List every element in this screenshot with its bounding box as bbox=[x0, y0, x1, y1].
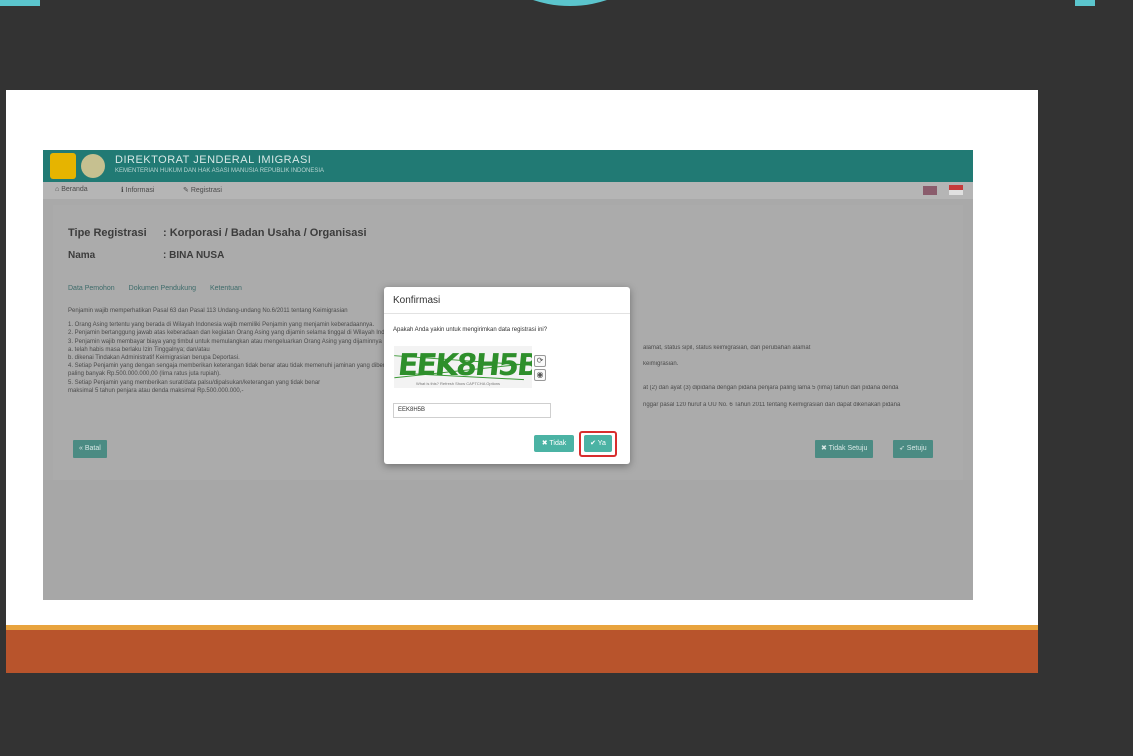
garuda-logo-icon bbox=[50, 153, 76, 179]
slide-top-decoration bbox=[0, 0, 1133, 8]
agree-button[interactable]: ➶ Setuju bbox=[893, 440, 933, 458]
captcha-refresh-icon[interactable]: ⟳ bbox=[534, 355, 546, 367]
dialog-question: Apakah Anda yakin untuk mengirimkan data… bbox=[393, 327, 548, 333]
content-lower-area bbox=[43, 480, 973, 600]
app-subtitle: KEMENTERIAN HUKUM DAN HAK ASASI MANUSIA … bbox=[115, 168, 325, 174]
back-button[interactable]: « Batal bbox=[73, 440, 107, 458]
disagree-button[interactable]: ✖ Tidak Setuju bbox=[815, 440, 874, 458]
nav-item-registrasi[interactable]: ✎ Registrasi bbox=[183, 186, 222, 194]
captcha-audio-icon[interactable]: ◉ bbox=[534, 369, 546, 381]
terms-line-right: keimigrasian. bbox=[643, 361, 679, 367]
orange-footer-band bbox=[6, 630, 1038, 673]
captcha-hint: What is this? Refresh Show CAPTCHA Optio… bbox=[416, 381, 501, 386]
registration-type-value: : Korporasi / Badan Usaha / Organisasi bbox=[163, 227, 367, 239]
registration-type-label: Tipe Registrasi bbox=[68, 227, 147, 239]
info-icon: ℹ bbox=[121, 187, 124, 194]
terms-line-right: nggar pasal 120 huruf a UU No. 6 Tahun 2… bbox=[643, 402, 901, 408]
english-flag-icon[interactable] bbox=[923, 186, 937, 195]
tab-ketentuan[interactable]: Ketentuan bbox=[210, 285, 242, 292]
confirmation-dialog: Konfirmasi Apakah Anda yakin untuk mengi… bbox=[384, 287, 630, 464]
cancel-button[interactable]: ✖ Tidak bbox=[534, 435, 574, 452]
top-nav: ⌂ Beranda ℹ Informasi ✎ Registrasi bbox=[43, 182, 973, 199]
tab-bar: Data Pemohon Dokumen Pendukung Ketentuan bbox=[68, 285, 254, 292]
tab-dokumen-pendukung[interactable]: Dokumen Pendukung bbox=[129, 285, 196, 292]
confirm-button[interactable]: ✔ Ya bbox=[584, 435, 612, 452]
app-header: DIREKTORAT JENDERAL IMIGRASI KEMENTERIAN… bbox=[43, 150, 973, 182]
terms-line-right: alamat, status sipil, status keimigrasia… bbox=[643, 345, 811, 351]
pencil-icon: ✎ bbox=[183, 187, 189, 194]
decorative-bar-right bbox=[1075, 0, 1095, 6]
captcha-input[interactable]: EEK8H5B bbox=[393, 403, 551, 418]
captcha-text: EEK8H5B bbox=[396, 348, 532, 383]
nav-item-beranda[interactable]: ⌂ Beranda bbox=[55, 186, 88, 193]
decorative-arc bbox=[455, 0, 685, 6]
registration-name-label: Nama bbox=[68, 250, 96, 261]
confirm-button-highlight: ✔ Ya bbox=[579, 431, 617, 457]
captcha-image: EEK8H5B What is this? Refresh Show CAPTC… bbox=[394, 346, 532, 388]
registration-name-value: : BINA NUSA bbox=[163, 250, 225, 261]
terms-line-right: at (2) dan ayat (3) dipidana dengan pida… bbox=[643, 385, 899, 391]
indonesia-flag-icon-bottom bbox=[949, 190, 963, 195]
nav-item-informasi[interactable]: ℹ Informasi bbox=[121, 186, 154, 194]
home-icon: ⌂ bbox=[55, 186, 60, 193]
decorative-bar-left bbox=[0, 0, 40, 6]
app-title: DIREKTORAT JENDERAL IMIGRASI bbox=[115, 154, 312, 166]
dialog-title: Konfirmasi bbox=[393, 295, 441, 306]
imigrasi-emblem-icon bbox=[81, 154, 105, 178]
dialog-divider bbox=[384, 313, 630, 314]
tab-data-pemohon[interactable]: Data Pemohon bbox=[68, 285, 115, 292]
